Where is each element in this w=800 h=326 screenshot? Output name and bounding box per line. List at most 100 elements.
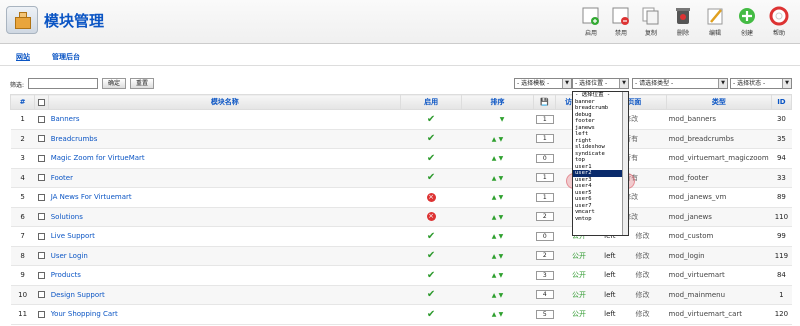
move-up-icon[interactable]: ▲ <box>492 253 497 260</box>
module-name-link[interactable]: JA News For Virtuemart <box>48 187 401 208</box>
move-down-icon[interactable]: ▼ <box>499 253 504 260</box>
col-name[interactable]: 模块名称 <box>48 94 402 110</box>
enabled-check-icon[interactable]: ✔ <box>427 270 435 281</box>
save-order-icon[interactable]: 💾 <box>533 94 557 110</box>
order-input[interactable]: 1 <box>533 129 556 149</box>
module-name-link[interactable]: Solutions <box>48 207 401 227</box>
select-all-checkbox[interactable] <box>34 94 50 110</box>
module-name-link[interactable]: Magic Zoom for VirtueMart <box>48 148 401 169</box>
order-input[interactable]: 2 <box>533 246 556 266</box>
move-down-icon[interactable]: ▼ <box>500 116 505 123</box>
move-up-icon[interactable]: ▲ <box>492 311 497 318</box>
move-down-icon[interactable]: ▼ <box>499 175 504 182</box>
new-button[interactable]: 创建 <box>732 6 762 37</box>
enabled-cell: ✔ <box>400 246 462 266</box>
move-down-icon[interactable]: ▼ <box>499 214 504 221</box>
go-button[interactable]: 确定 <box>102 78 126 89</box>
publish-button[interactable]: 启用 <box>576 6 606 37</box>
row-checkbox[interactable] <box>34 148 49 169</box>
access-level[interactable]: 公开 <box>555 246 603 266</box>
enabled-check-icon[interactable]: ✔ <box>427 289 435 300</box>
order-input[interactable]: 1 <box>533 187 556 208</box>
enabled-check-icon[interactable]: ✔ <box>427 172 435 183</box>
col-id[interactable]: ID <box>770 94 793 110</box>
scrollbar[interactable] <box>622 92 628 235</box>
access-level[interactable]: 公开 <box>555 285 603 305</box>
move-up-icon[interactable]: ▲ <box>492 214 497 221</box>
col-order[interactable]: 排序 <box>460 94 535 110</box>
enabled-check-icon[interactable]: ✔ <box>427 231 435 242</box>
row-checkbox[interactable] <box>34 226 49 247</box>
move-up-icon[interactable]: ▲ <box>492 175 497 182</box>
row-checkbox[interactable] <box>34 109 49 130</box>
enabled-check-icon[interactable]: ✔ <box>427 114 435 125</box>
enabled-check-icon[interactable]: ✔ <box>427 309 435 320</box>
order-input[interactable]: 1 <box>533 168 556 188</box>
order-input[interactable]: 0 <box>533 148 556 169</box>
position-value: left <box>604 310 616 319</box>
tab-admin[interactable]: 管理后台 <box>52 52 80 62</box>
move-up-icon[interactable]: ▲ <box>492 136 497 143</box>
disabled-x-icon[interactable]: × <box>426 212 436 222</box>
module-id: 99 <box>771 226 792 247</box>
position-dropdown-list[interactable]: - 选择位置 - banner breadcrumb debug footer janew… <box>572 91 629 236</box>
move-up-icon[interactable]: ▲ <box>492 194 497 201</box>
move-up-icon[interactable]: ▲ <box>492 272 497 279</box>
col-enabled[interactable]: 启用 <box>400 94 462 110</box>
row-checkbox[interactable] <box>34 304 49 325</box>
module-name-link[interactable]: Live Support <box>48 226 401 247</box>
enabled-check-icon[interactable]: ✔ <box>427 250 435 261</box>
type-select[interactable]: - 请选择类型 - ▼ <box>632 78 728 89</box>
row-checkbox[interactable] <box>34 285 49 305</box>
module-name-link[interactable]: Design Support <box>48 285 401 305</box>
col-type[interactable]: 类型 <box>666 94 772 110</box>
dropdown-option[interactable]: vmtop <box>573 216 628 223</box>
order-input[interactable]: 5 <box>533 304 556 325</box>
order-input[interactable]: 4 <box>533 285 556 305</box>
copy-button[interactable]: 复制 <box>636 6 666 37</box>
module-name-link[interactable]: Footer <box>48 168 401 188</box>
access-level[interactable]: 公开 <box>555 304 603 325</box>
help-button[interactable]: 帮助 <box>764 6 794 37</box>
filter-input[interactable] <box>28 78 98 89</box>
row-checkbox[interactable] <box>34 129 49 149</box>
enabled-check-icon[interactable]: ✔ <box>427 133 435 144</box>
move-up-icon[interactable]: ▲ <box>492 292 497 299</box>
module-name-link[interactable]: Your Shopping Cart <box>48 304 401 325</box>
move-down-icon[interactable]: ▼ <box>499 194 504 201</box>
row-checkbox[interactable] <box>34 207 49 227</box>
row-checkbox[interactable] <box>34 265 49 286</box>
row-checkbox[interactable] <box>34 246 49 266</box>
order-input[interactable]: 1 <box>533 109 556 130</box>
unpublish-button[interactable]: 禁用 <box>606 6 636 37</box>
order-input[interactable]: 3 <box>533 265 556 286</box>
move-down-icon[interactable]: ▼ <box>499 311 504 318</box>
reset-button[interactable]: 重置 <box>130 78 154 89</box>
tab-site[interactable]: 网站 <box>16 52 30 62</box>
state-select[interactable]: - 选择状态 - ▼ <box>730 78 792 89</box>
module-id: 119 <box>771 246 792 266</box>
move-down-icon[interactable]: ▼ <box>499 233 504 240</box>
order-input[interactable]: 0 <box>533 226 556 247</box>
move-down-icon[interactable]: ▼ <box>499 136 504 143</box>
move-up-icon[interactable]: ▲ <box>492 155 497 162</box>
move-up-icon[interactable]: ▲ <box>492 233 497 240</box>
template-select[interactable]: - 选择模板 - ▼ <box>514 78 572 89</box>
edit-button[interactable]: 编辑 <box>700 6 730 37</box>
disabled-x-icon[interactable]: × <box>426 192 436 202</box>
row-checkbox[interactable] <box>34 168 49 188</box>
order-input[interactable]: 2 <box>533 207 556 227</box>
move-down-icon[interactable]: ▼ <box>499 155 504 162</box>
delete-button[interactable]: 删除 <box>668 6 698 37</box>
position-select[interactable]: - 选择位置 - ▼ <box>572 78 629 89</box>
module-name-link[interactable]: User Login <box>48 246 401 266</box>
table-header: # 模块名称 启用 排序 💾 访问级别 页面 类型 ID <box>9 94 793 110</box>
access-level[interactable]: 公开 <box>555 265 603 286</box>
enabled-check-icon[interactable]: ✔ <box>427 153 435 164</box>
move-down-icon[interactable]: ▼ <box>499 292 504 299</box>
row-checkbox[interactable] <box>34 187 49 208</box>
module-name-link[interactable]: Banners <box>48 109 401 130</box>
move-down-icon[interactable]: ▼ <box>499 272 504 279</box>
module-name-link[interactable]: Products <box>48 265 401 286</box>
module-name-link[interactable]: Breadcrumbs <box>48 129 401 149</box>
